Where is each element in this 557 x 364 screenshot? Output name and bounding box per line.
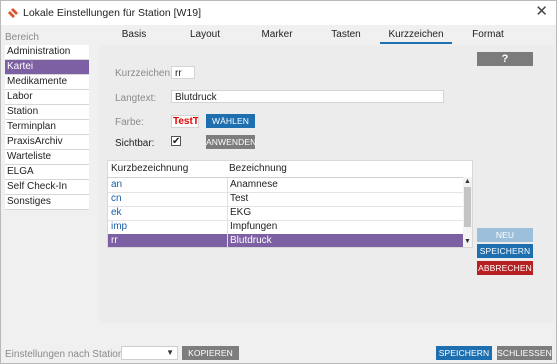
sidebar-item-warteliste[interactable]: Warteliste: [5, 150, 89, 165]
color-sample: TestTe: [171, 115, 199, 128]
tab-format[interactable]: Format: [462, 28, 514, 42]
tab-basis[interactable]: Basis: [108, 28, 160, 42]
close-icon[interactable]: ✕: [535, 4, 548, 20]
kopieren-button[interactable]: KOPIEREN: [182, 346, 239, 360]
tab-tasten[interactable]: Tasten: [318, 28, 374, 42]
sidebar-item-elga[interactable]: ELGA: [5, 165, 89, 180]
sidebar-item-station[interactable]: Station: [5, 105, 89, 120]
table-row[interactable]: imp Impfungen: [108, 220, 463, 235]
table-scrollbar[interactable]: ▲ ▼: [463, 177, 472, 247]
station-select[interactable]: ▼: [121, 346, 178, 360]
title-bar: Lokale Einstellungen für Station [W19] ✕: [1, 1, 556, 25]
help-button[interactable]: ?: [477, 52, 533, 66]
tab-kurzzeichen[interactable]: Kurzzeichen: [380, 28, 452, 44]
chevron-down-icon: ▼: [166, 348, 174, 357]
abbrechen-button[interactable]: ABBRECHEN: [477, 261, 533, 275]
speichern-button[interactable]: SPEICHERN: [477, 244, 533, 258]
table-row[interactable]: ek EKG: [108, 206, 463, 221]
sidebar-item-administration[interactable]: Administration: [5, 45, 89, 60]
neu-button[interactable]: NEU: [477, 228, 533, 242]
table-row-selected[interactable]: rr Blutdruck: [108, 234, 463, 247]
row-bez: EKG: [227, 206, 251, 220]
schliessen-button[interactable]: SCHLIESSEN: [497, 346, 552, 360]
scroll-down-icon[interactable]: ▼: [463, 237, 472, 246]
row-kurz: imp: [111, 221, 128, 232]
tab-layout[interactable]: Layout: [176, 28, 234, 42]
sidebar: Administration Kartei Medikamente Labor …: [5, 45, 89, 210]
farbe-label: Farbe:: [115, 117, 144, 128]
tab-marker[interactable]: Marker: [248, 28, 306, 42]
settings-window: Lokale Einstellungen für Station [W19] ✕…: [0, 0, 557, 364]
sidebar-item-medikamente[interactable]: Medikamente: [5, 75, 89, 90]
waehlen-button[interactable]: WÄHLEN: [206, 114, 255, 128]
tab-bar: Basis Layout Marker Tasten Kurzzeichen F…: [96, 28, 554, 44]
table-row[interactable]: an Anamnese: [108, 178, 463, 193]
scroll-up-icon[interactable]: ▲: [463, 177, 472, 186]
row-kurz: cn: [111, 193, 122, 204]
row-bez: Test: [227, 192, 248, 206]
kurzzeichen-table: Kurzbezeichnung Bezeichnung an Anamnese …: [107, 160, 473, 248]
app-logo-icon: [8, 8, 18, 18]
sidebar-item-labor[interactable]: Labor: [5, 90, 89, 105]
scrollbar-thumb[interactable]: [464, 187, 471, 227]
sidebar-item-sonstiges[interactable]: Sonstiges: [5, 195, 89, 210]
kurzzeichen-input[interactable]: rr: [171, 66, 195, 79]
sidebar-item-kartei[interactable]: Kartei: [5, 60, 89, 75]
row-kurz: rr: [111, 235, 118, 246]
column-header-bezeichnung[interactable]: Bezeichnung: [229, 162, 287, 176]
sidebar-header: Bereich: [5, 32, 39, 43]
sichtbar-label: Sichtbar:: [115, 138, 155, 149]
window-title: Lokale Einstellungen für Station [W19]: [23, 7, 202, 19]
table-row[interactable]: cn Test: [108, 192, 463, 207]
sidebar-item-praxisarchiv[interactable]: PraxisArchiv: [5, 135, 89, 150]
footer-station-label: Einstellungen nach Station: [5, 349, 124, 360]
langtext-label: Langtext:: [115, 93, 157, 104]
row-kurz: ek: [111, 207, 122, 218]
row-bez: Anamnese: [227, 178, 278, 192]
kurzzeichen-label: Kurzzeichen:: [115, 68, 173, 79]
row-kurz: an: [111, 179, 123, 190]
anwenden-button[interactable]: ANWENDEN: [206, 135, 256, 149]
sichtbar-checkbox[interactable]: ✔: [171, 136, 181, 147]
table-header: Kurzbezeichnung Bezeichnung: [108, 161, 472, 178]
row-bez: Impfungen: [227, 220, 277, 234]
footer-speichern-button[interactable]: SPEICHERN: [436, 346, 492, 360]
sidebar-item-self-check-in[interactable]: Self Check-In: [5, 180, 89, 195]
langtext-input[interactable]: Blutdruck: [171, 90, 444, 103]
row-bez: Blutdruck: [227, 234, 272, 247]
sidebar-item-terminplan[interactable]: Terminplan: [5, 120, 89, 135]
column-header-kurzbezeichnung[interactable]: Kurzbezeichnung: [111, 162, 188, 176]
